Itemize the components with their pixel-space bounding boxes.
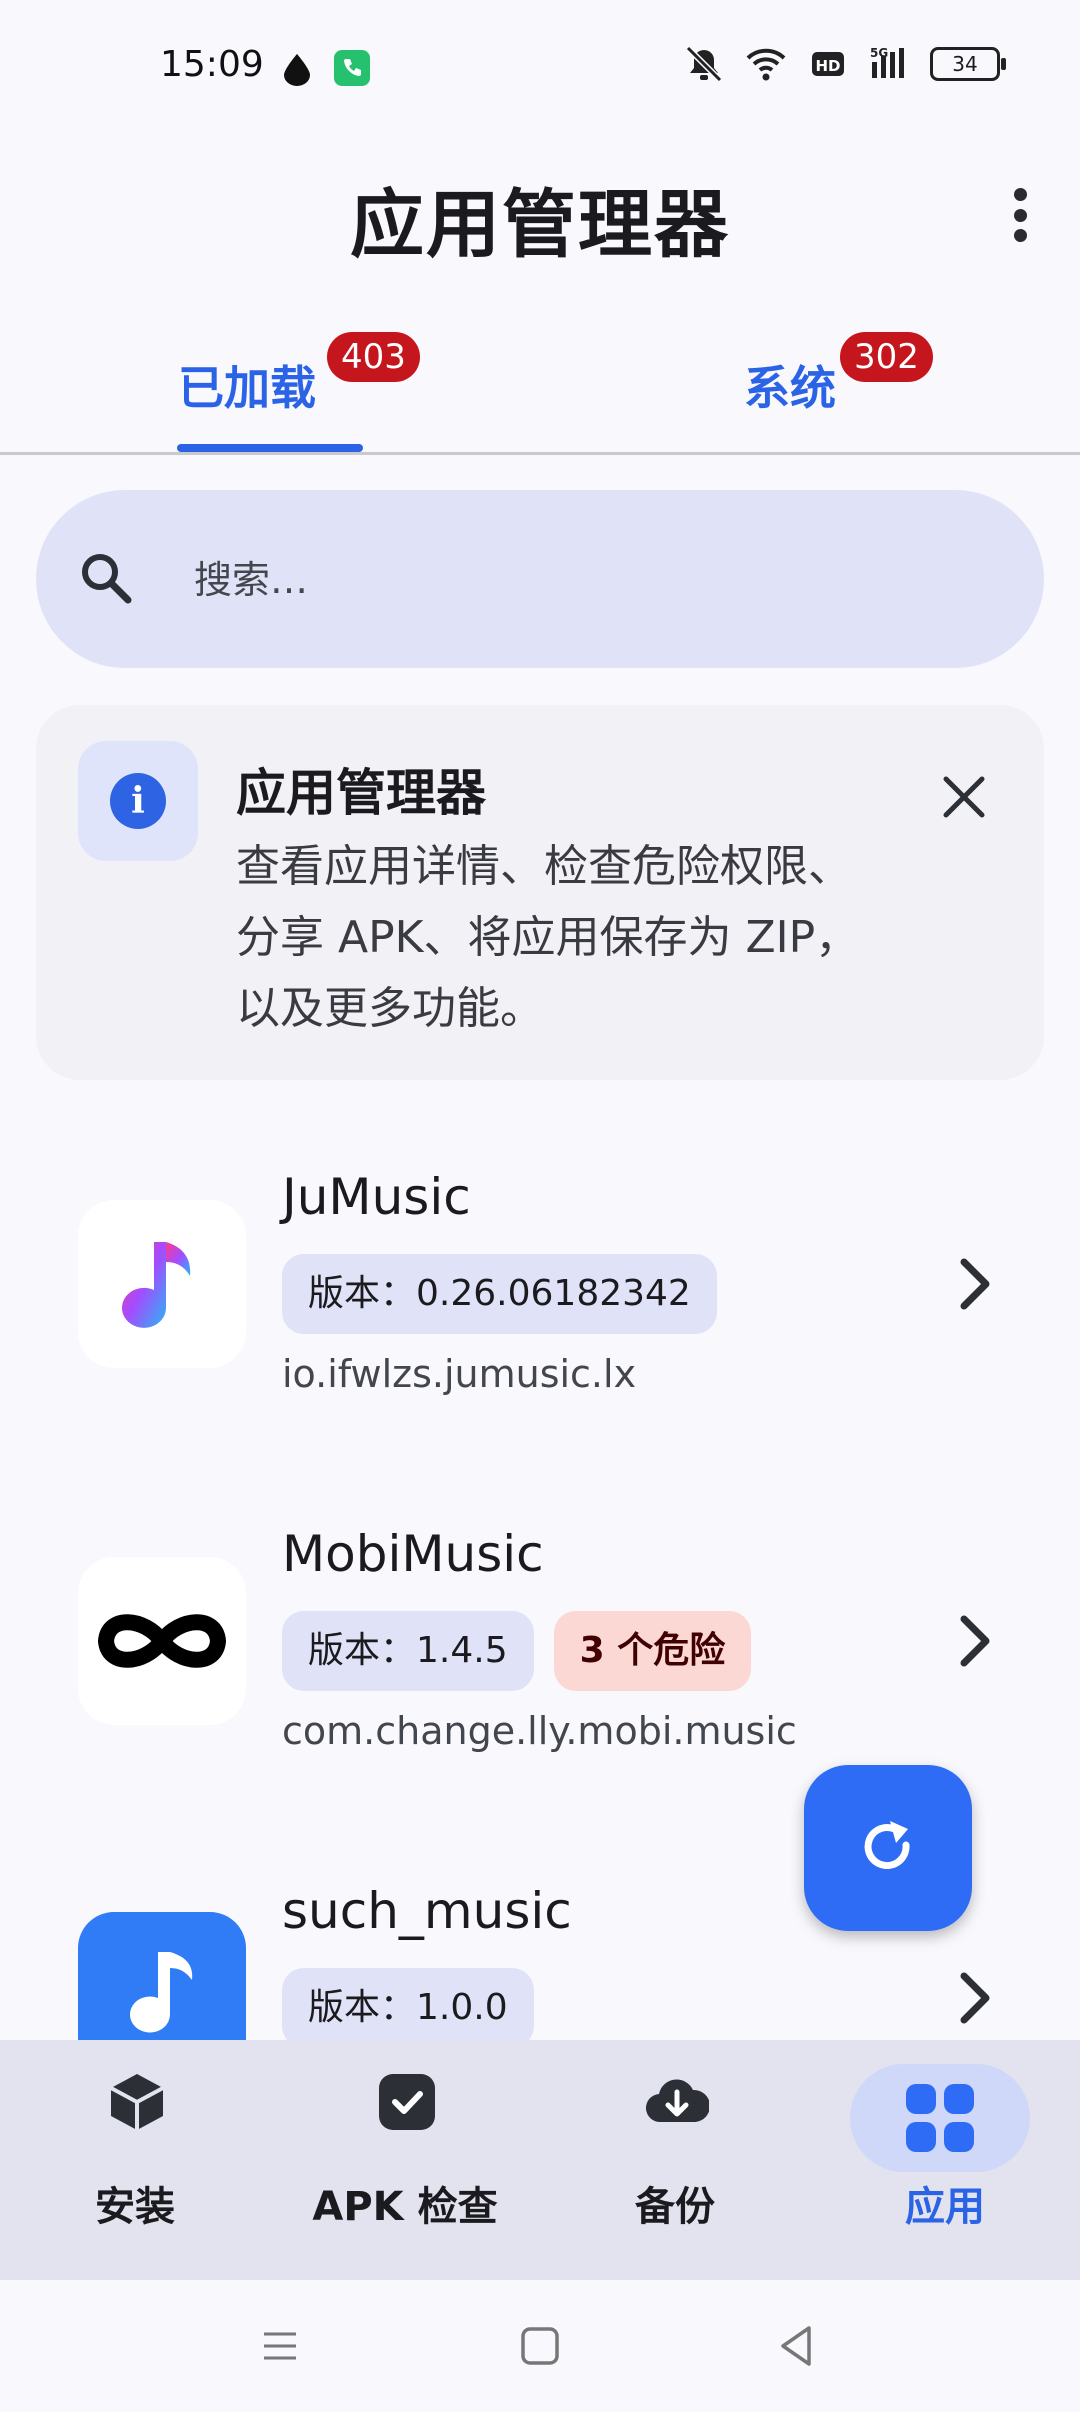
danger-chip: 3 个危险 bbox=[553, 1611, 752, 1691]
phone-icon bbox=[334, 50, 370, 86]
home-icon[interactable] bbox=[510, 2316, 570, 2376]
close-icon[interactable] bbox=[936, 769, 992, 825]
package-icon bbox=[85, 2060, 185, 2140]
apps-grid-icon bbox=[850, 2064, 1030, 2172]
version-chip: 版本：0.26.06182342 bbox=[282, 1254, 717, 1334]
package-name: com.change.lly.mobi.music bbox=[282, 1709, 797, 1753]
nav-apk-check[interactable]: APK 检查 bbox=[270, 2040, 540, 2280]
nav-apk-check-label: APK 检查 bbox=[312, 2184, 498, 2230]
app-list-item[interactable]: MobiMusic 版本：1.4.5 3 个危险 com.change.lly.… bbox=[36, 1475, 1044, 1805]
app-icon-jumusic bbox=[78, 1200, 246, 1368]
battery-icon: 34 bbox=[930, 47, 1006, 81]
status-time: 15:09 bbox=[160, 44, 264, 85]
search-bar[interactable] bbox=[36, 490, 1044, 668]
app-name: such_music bbox=[282, 1882, 572, 1940]
page-title: 应用管理器 bbox=[350, 182, 730, 268]
mute-icon bbox=[685, 45, 723, 83]
svg-text:HD: HD bbox=[815, 57, 840, 75]
info-icon: i bbox=[78, 741, 198, 861]
bottom-navigation: 安装 APK 检查 备份 应用 bbox=[0, 2040, 1080, 2280]
hd-icon: HD bbox=[812, 52, 844, 76]
drop-icon bbox=[284, 54, 310, 86]
tab-system-badge: 302 bbox=[840, 332, 933, 382]
more-vert-icon[interactable] bbox=[998, 180, 1042, 250]
refresh-button[interactable] bbox=[804, 1765, 972, 1931]
recents-menu-icon[interactable] bbox=[250, 2316, 310, 2376]
nav-backup[interactable]: 备份 bbox=[540, 2040, 810, 2280]
signal-5g-icon: 5G bbox=[870, 46, 904, 78]
info-card: i 应用管理器 查看应用详情、检查危险权限、分享 APK、将应用保存为 ZIP，… bbox=[36, 705, 1044, 1080]
system-navigation-bar bbox=[0, 2280, 1080, 2412]
version-chip: 版本：1.0.0 bbox=[282, 1968, 534, 2040]
cloud-download-icon bbox=[625, 2060, 725, 2140]
refresh-icon bbox=[864, 1821, 910, 1870]
chevron-right-icon bbox=[960, 1258, 990, 1310]
nav-apps[interactable]: 应用 bbox=[810, 2040, 1080, 2280]
app-icon-such-music bbox=[78, 1912, 246, 2040]
nav-apps-label: 应用 bbox=[905, 2184, 985, 2230]
nav-backup-label: 备份 bbox=[635, 2184, 715, 2230]
chevron-right-icon bbox=[960, 1615, 990, 1667]
app-name: JuMusic bbox=[282, 1168, 471, 1226]
back-icon[interactable] bbox=[767, 2316, 827, 2376]
tab-loaded[interactable]: 已加载 403 bbox=[0, 320, 540, 452]
tab-indicator bbox=[177, 444, 363, 452]
nav-install[interactable]: 安装 bbox=[0, 2040, 270, 2280]
app-icon-mobimusic bbox=[78, 1557, 246, 1725]
tab-loaded-label: 已加载 bbox=[178, 361, 316, 415]
tab-system[interactable]: 系统 302 bbox=[540, 320, 1080, 452]
chevron-right-icon bbox=[960, 1972, 990, 2024]
search-input[interactable] bbox=[192, 540, 976, 620]
app-name: MobiMusic bbox=[282, 1525, 544, 1583]
info-card-text: 查看应用详情、检查危险权限、分享 APK、将应用保存为 ZIP，以及更多功能。 bbox=[236, 841, 860, 1034]
wifi-icon bbox=[746, 48, 786, 81]
package-name: io.ifwlzs.jumusic.lx bbox=[282, 1352, 637, 1396]
tab-system-label: 系统 bbox=[744, 361, 836, 415]
tab-loaded-badge: 403 bbox=[327, 332, 420, 382]
nav-install-label: 安装 bbox=[95, 2184, 175, 2230]
check-badge-icon bbox=[355, 2060, 455, 2140]
version-chip: 版本：1.4.5 bbox=[282, 1611, 534, 1691]
status-bar: 15:09 HD 5G 34 bbox=[0, 0, 1080, 140]
app-list-item[interactable]: JuMusic 版本：0.26.06182342 io.ifwlzs.jumus… bbox=[36, 1118, 1044, 1448]
tab-bar: 已加载 403 系统 302 bbox=[0, 320, 1080, 455]
info-card-title: 应用管理器 bbox=[236, 764, 486, 822]
search-icon bbox=[82, 554, 132, 604]
